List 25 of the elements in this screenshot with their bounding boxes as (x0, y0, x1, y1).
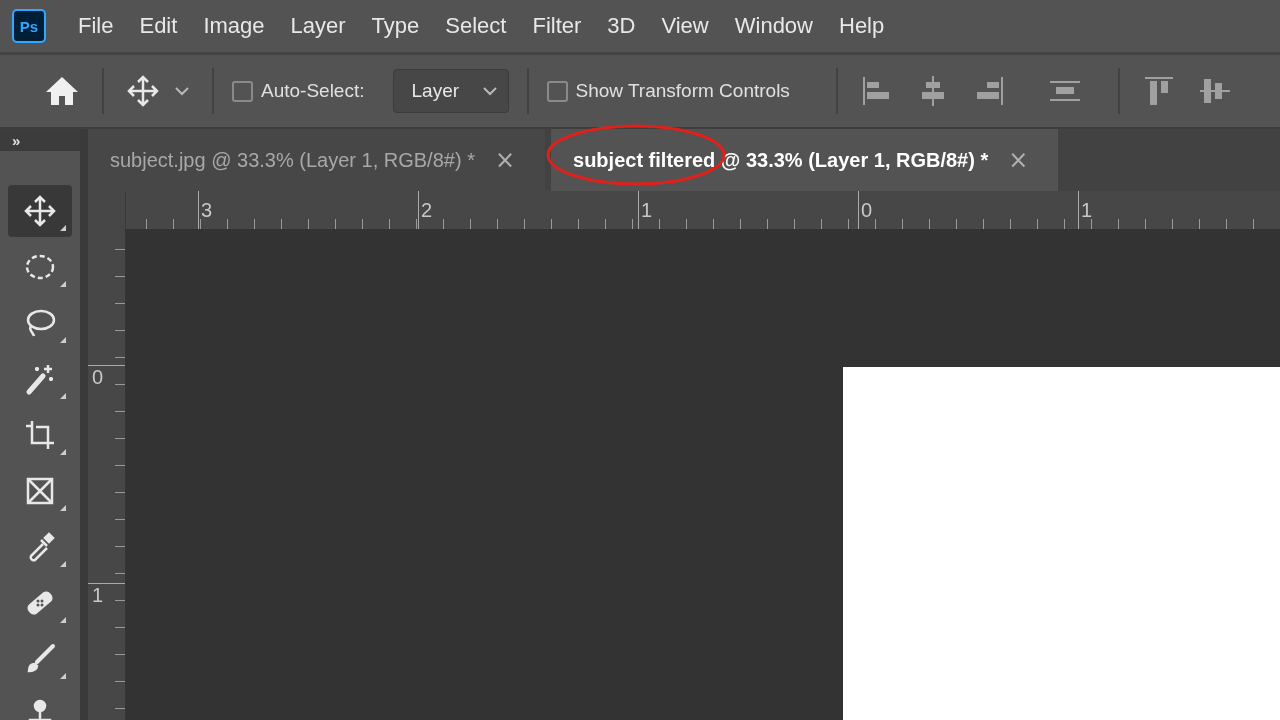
home-icon (44, 75, 80, 107)
menu-item[interactable]: View (661, 13, 709, 39)
close-button[interactable]: × (494, 146, 516, 174)
auto-select-checkbox[interactable]: Auto-Select: (232, 80, 365, 102)
move-icon (23, 194, 57, 228)
menu-item[interactable]: Type (371, 13, 420, 39)
menu-item[interactable]: Window (734, 13, 813, 39)
document-tab[interactable]: subject.jpg @ 33.3% (Layer 1, RGB/8#) * × (88, 129, 546, 191)
close-button[interactable]: × (1008, 146, 1029, 174)
crop-icon (23, 418, 57, 452)
auto-select-label: Auto-Select: (261, 80, 365, 102)
menu-item[interactable]: File (78, 13, 114, 39)
menu-item[interactable]: Image (203, 13, 265, 39)
menu-item[interactable]: Help (839, 13, 885, 39)
caret-icon (481, 86, 498, 96)
menu-item[interactable]: Filter (532, 13, 582, 39)
tool-button[interactable] (8, 185, 72, 237)
menu-item[interactable]: Edit (139, 13, 178, 39)
menu-item[interactable]: Select (445, 13, 507, 39)
move-icon (126, 74, 160, 108)
caret-icon (174, 86, 190, 96)
menu-item[interactable]: Layer (290, 13, 346, 39)
app-logo[interactable]: Ps (12, 9, 46, 43)
menu-item[interactable]: 3D (607, 13, 636, 39)
auto-select-dropdown[interactable]: Layer (392, 69, 509, 113)
